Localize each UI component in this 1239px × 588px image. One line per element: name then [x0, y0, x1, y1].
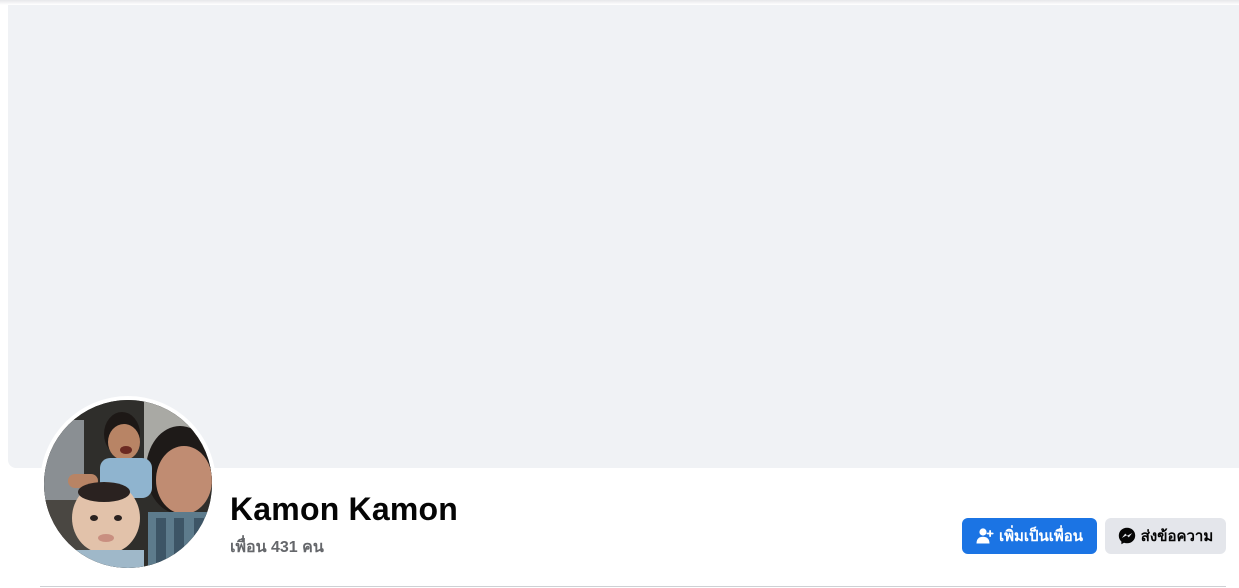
add-friend-button[interactable]: เพิ่มเป็นเพื่อน — [962, 518, 1097, 554]
add-friend-icon — [976, 527, 994, 545]
avatar-photo — [44, 400, 212, 568]
add-friend-label: เพิ่มเป็นเพื่อน — [998, 528, 1084, 545]
friends-count[interactable]: เพื่อน 431 คน — [230, 535, 324, 560]
send-message-label: ส่งข้อความ — [1140, 528, 1214, 545]
send-message-button[interactable]: ส่งข้อความ — [1105, 518, 1226, 554]
profile-name: Kamon Kamon — [230, 491, 458, 527]
profile-header-divider — [40, 586, 1226, 587]
messenger-icon — [1118, 527, 1136, 545]
profile-avatar[interactable] — [44, 400, 212, 568]
cover-photo[interactable] — [8, 5, 1239, 468]
profile-page: Kamon Kamon เพื่อน 431 คน เพิ่มเป็นเพื่อ… — [0, 0, 1239, 588]
